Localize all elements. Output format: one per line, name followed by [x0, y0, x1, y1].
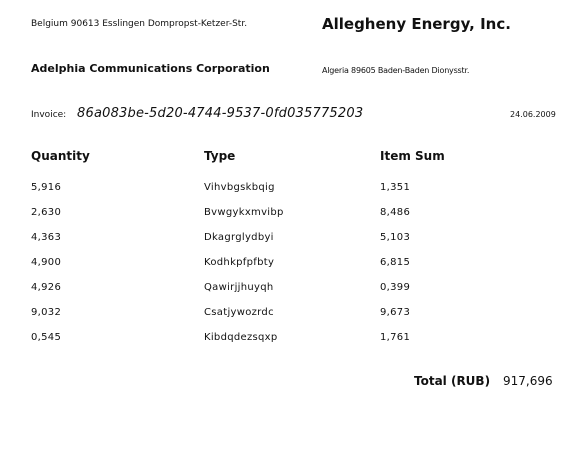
row-2-item-sum: 8,486 — [380, 207, 411, 218]
row-5-item-sum: 0,399 — [380, 282, 411, 293]
invoice-label: Invoice: — [31, 110, 67, 120]
row-6-type: Csatjywozrdc — [204, 307, 274, 318]
column-header-type: Type — [204, 149, 236, 163]
company-name: Allegheny Energy, Inc. — [322, 15, 511, 33]
invoice-date: 24.06.2009 — [510, 110, 556, 119]
row-4-item-sum: 6,815 — [380, 257, 411, 268]
recipient-name: Adelphia Communications Corporation — [31, 62, 270, 75]
recipient-address: Algeria 89605 Baden-Baden Dionysstr. — [322, 66, 470, 75]
row-1-item-sum: 1,351 — [380, 182, 411, 193]
total-value: 917,696 — [503, 374, 553, 388]
row-1-type: Vihvbgskbqig — [204, 182, 275, 193]
row-6-item-sum: 9,673 — [380, 307, 411, 318]
row-4-type: Kodhkpfpfbty — [204, 257, 275, 268]
row-5-type: Qawirjjhuyqh — [204, 282, 274, 293]
row-3-item-sum: 5,103 — [380, 232, 411, 243]
row-3-quantity: 4,363 — [31, 232, 62, 243]
row-7-item-sum: 1,761 — [380, 332, 411, 343]
row-7-type: Kibdqdezsqxp — [204, 332, 278, 343]
row-6-quantity: 9,032 — [31, 307, 62, 318]
row-2-type: Bvwgykxmvibp — [204, 207, 284, 218]
row-3-type: Dkagrglydbyi — [204, 232, 274, 243]
column-header-item-sum: Item Sum — [380, 149, 445, 163]
row-5-quantity: 4,926 — [31, 282, 62, 293]
column-header-quantity: Quantity — [31, 149, 90, 163]
row-4-quantity: 4,900 — [31, 257, 62, 268]
invoice-id: 86a083be-5d20-4744-9537-0fd035775203 — [77, 106, 364, 121]
row-7-quantity: 0,545 — [31, 332, 62, 343]
row-2-quantity: 2,630 — [31, 207, 62, 218]
row-1-quantity: 5,916 — [31, 182, 62, 193]
total-label: Total (RUB) — [414, 374, 491, 388]
sender-address: Belgium 90613 Esslingen Dompropst-Ketzer… — [31, 19, 248, 29]
